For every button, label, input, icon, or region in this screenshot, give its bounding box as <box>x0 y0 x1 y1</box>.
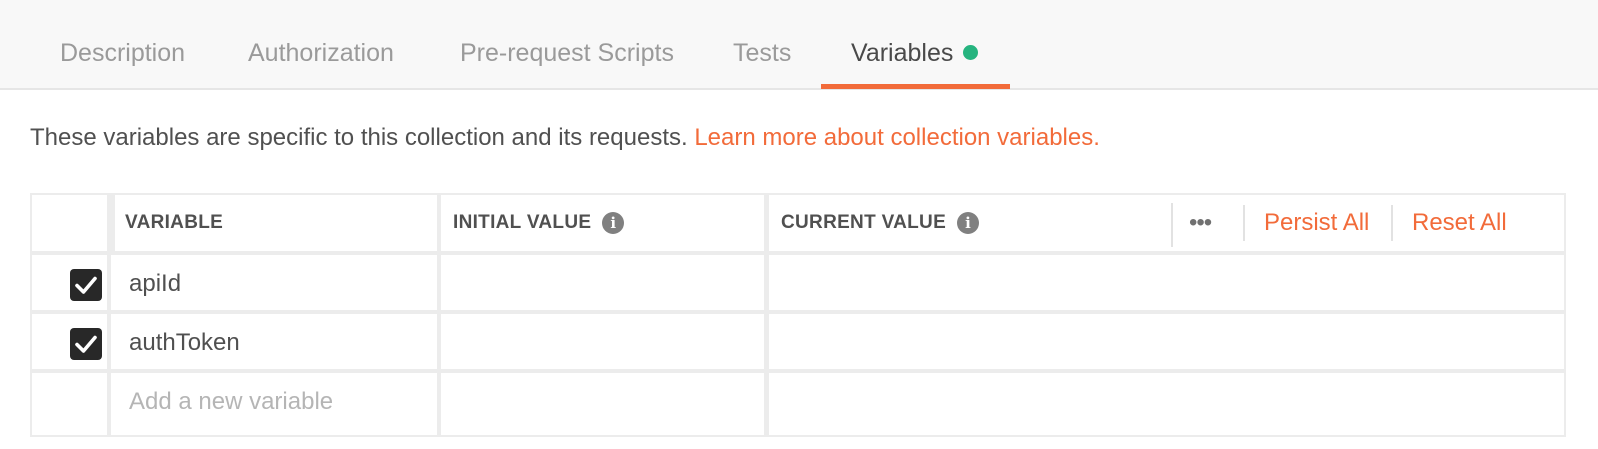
tab-pre-request-scripts[interactable]: Pre-request Scripts <box>460 0 674 90</box>
row-enabled-checkbox[interactable] <box>70 269 102 301</box>
header-current-value: CURRENT VALUE i ••• Persist All Reset Al… <box>769 195 1564 251</box>
header-variable-label: VARIABLE <box>125 212 224 233</box>
header-divider <box>1171 203 1173 247</box>
checkmark-icon <box>75 335 97 353</box>
current-value-cell[interactable] <box>769 314 1564 369</box>
tab-variables[interactable]: Variables <box>851 0 979 90</box>
row-checkbox-cell <box>32 314 107 369</box>
initial-value-cell[interactable] <box>441 255 764 310</box>
new-initial-value-cell[interactable] <box>441 373 764 435</box>
new-row-checkbox-cell <box>32 373 107 435</box>
tab-bar: Description Authorization Pre-request Sc… <box>0 0 1598 90</box>
initial-value-info-icon[interactable]: i <box>602 212 625 234</box>
modified-indicator-icon <box>963 44 979 60</box>
new-current-value-cell[interactable] <box>769 373 1564 435</box>
header-initial-value-label: INITIAL VALUE <box>453 212 592 233</box>
tab-tests[interactable]: Tests <box>733 0 791 90</box>
tab-authorization[interactable]: Authorization <box>248 0 394 90</box>
variables-table: VARIABLE INITIAL VALUE i CURRENT VALUE i… <box>30 193 1566 437</box>
header-current-value-title: CURRENT VALUE i <box>781 195 980 251</box>
tab-variables-label: Variables <box>851 39 954 67</box>
header-checkbox-cell <box>32 195 107 251</box>
initial-value-cell[interactable] <box>441 314 764 369</box>
checkmark-icon <box>75 276 97 294</box>
variable-name[interactable]: authToken <box>129 329 240 357</box>
variable-name[interactable]: apiId <box>129 270 181 298</box>
info-description: These variables are specific to this col… <box>30 124 688 151</box>
learn-more-link[interactable]: Learn more about collection variables. <box>694 124 1100 151</box>
action-divider <box>1243 205 1245 241</box>
persist-all-button[interactable]: Persist All <box>1264 209 1369 237</box>
variable-name-cell[interactable]: authToken <box>111 314 437 369</box>
header-variable: VARIABLE <box>115 195 437 251</box>
variable-name-cell[interactable]: apiId <box>111 255 437 310</box>
row-enabled-checkbox[interactable] <box>70 328 102 360</box>
new-variable-cell[interactable]: Add a new variable <box>111 373 437 435</box>
reset-all-button[interactable]: Reset All <box>1412 209 1507 237</box>
header-current-value-label: CURRENT VALUE <box>781 212 947 233</box>
new-variable-input[interactable]: Add a new variable <box>129 388 333 416</box>
action-divider <box>1391 205 1393 241</box>
current-value-cell[interactable] <box>769 255 1564 310</box>
header-initial-value: INITIAL VALUE i <box>441 195 764 251</box>
row-checkbox-cell <box>32 255 107 310</box>
more-options-icon[interactable]: ••• <box>1189 209 1212 237</box>
active-tab-underline <box>821 84 1010 89</box>
current-value-info-icon[interactable]: i <box>957 212 980 234</box>
info-text: These variables are specific to this col… <box>30 124 1100 152</box>
tab-description[interactable]: Description <box>60 0 185 90</box>
